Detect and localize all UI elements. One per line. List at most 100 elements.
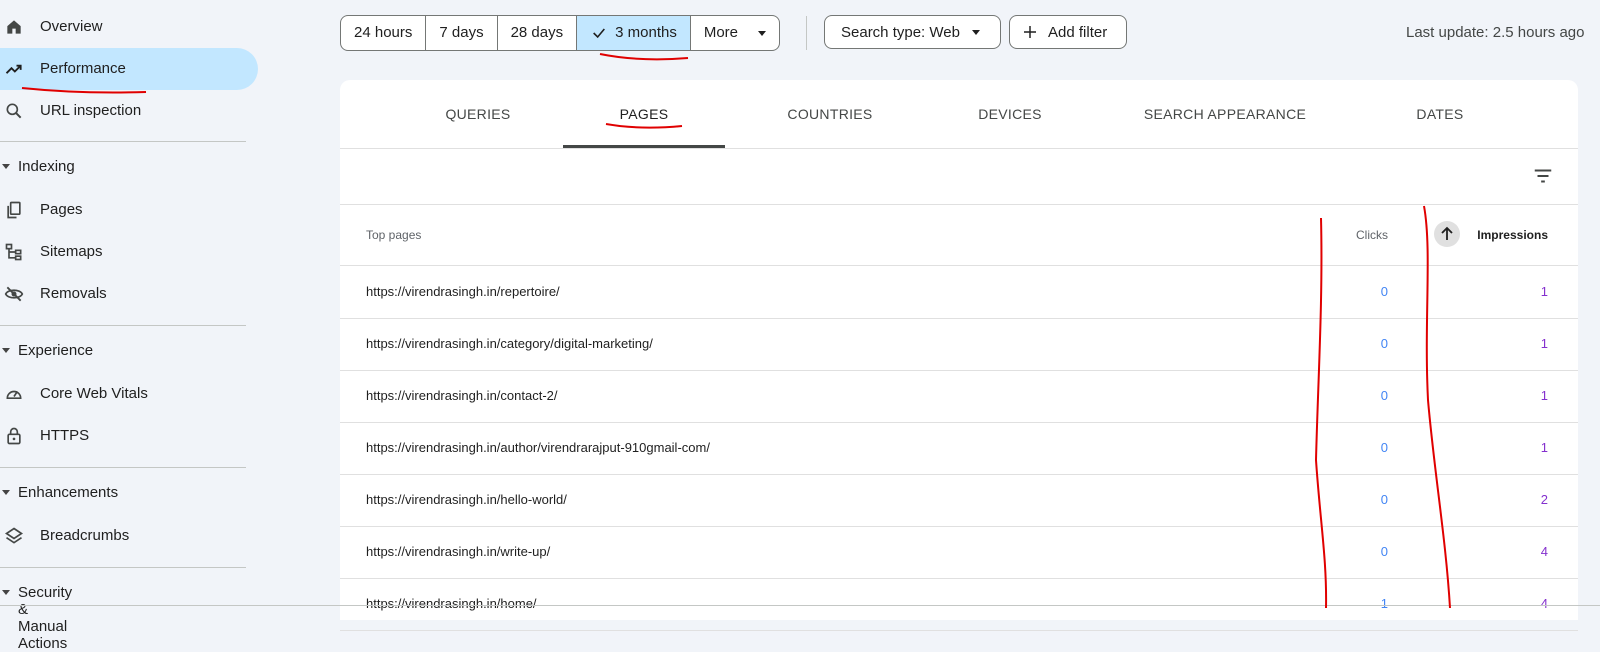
sidebar-divider xyxy=(0,467,246,468)
speed-gauge-icon xyxy=(6,390,22,399)
nav-overview[interactable]: Overview xyxy=(0,6,258,48)
sort-button[interactable] xyxy=(1434,221,1460,247)
nav-pages[interactable]: Pages xyxy=(0,189,258,231)
pages-icon xyxy=(7,201,21,219)
more-dropdown[interactable]: More xyxy=(691,16,779,50)
dimension-tabs: QUERIES PAGES COUNTRIES DEVICES SEARCH A… xyxy=(340,80,1578,149)
table-row[interactable]: https://virendrasingh.in/category/digita… xyxy=(340,318,1578,371)
range-7-days[interactable]: 7 days xyxy=(426,16,498,50)
row-url: https://virendrasingh.in/write-up/ xyxy=(366,544,551,559)
nav-breadcrumbs-label: Breadcrumbs xyxy=(40,527,130,544)
section-experience-label: Experience xyxy=(18,342,94,359)
check-icon xyxy=(593,28,606,39)
search-icon xyxy=(6,103,22,119)
trending-up-icon xyxy=(5,64,22,74)
nav-removals[interactable]: Removals xyxy=(0,273,258,315)
nav-performance[interactable]: Performance xyxy=(0,48,258,90)
date-range-selector: 24 hours 7 days 28 days 3 months More xyxy=(340,15,781,51)
range-3-months[interactable]: 3 months xyxy=(577,16,691,50)
row-url: https://virendrasingh.in/category/digita… xyxy=(366,336,653,351)
table-toolbar xyxy=(340,149,1578,205)
nav-performance-label: Performance xyxy=(40,60,126,77)
caret-down-icon xyxy=(971,29,980,35)
last-update-text: Last update: 2.5 hours ago xyxy=(1406,24,1585,41)
nav-url-inspection-label: URL inspection xyxy=(40,102,142,119)
row-clicks: 0 xyxy=(1380,440,1388,455)
search-type-dropdown[interactable]: Search type: Web xyxy=(824,15,1001,49)
add-filter-label: Add filter xyxy=(1048,23,1108,41)
nav-sitemaps[interactable]: Sitemaps xyxy=(0,231,258,273)
row-clicks: 0 xyxy=(1380,492,1388,507)
section-indexing-label: Indexing xyxy=(18,158,75,175)
sidebar: Overview Performance URL inspection Inde… xyxy=(0,0,260,652)
row-clicks: 1 xyxy=(1380,596,1388,611)
tab-countries[interactable]: COUNTRIES xyxy=(760,80,900,148)
nav-removals-label: Removals xyxy=(40,285,107,302)
viewport-bottom-edge xyxy=(0,605,1600,606)
tab-search-appearance[interactable]: SEARCH APPEARANCE xyxy=(1120,80,1330,148)
nav-https[interactable]: HTTPS xyxy=(0,415,258,457)
col-impressions[interactable]: Impressions xyxy=(1477,228,1548,242)
row-impressions: 1 xyxy=(1540,388,1548,403)
row-impressions: 1 xyxy=(1540,336,1548,351)
row-clicks: 0 xyxy=(1380,544,1388,559)
add-filter-button[interactable]: Add filter xyxy=(1009,15,1127,49)
row-impressions: 2 xyxy=(1540,492,1548,507)
table-row[interactable]: https://virendrasingh.in/contact-2/ 0 1 xyxy=(340,370,1578,423)
nav-core-web-vitals[interactable]: Core Web Vitals xyxy=(0,373,258,415)
row-impressions: 4 xyxy=(1540,544,1548,559)
tab-pages[interactable]: PAGES xyxy=(563,80,725,148)
nav-https-label: HTTPS xyxy=(40,427,90,444)
nav-url-inspection[interactable]: URL inspection xyxy=(0,90,258,132)
sitemap-icon xyxy=(5,243,22,261)
caret-down-icon xyxy=(758,30,767,36)
caret-down-icon xyxy=(2,164,10,169)
toolbar-separator xyxy=(806,16,807,50)
lock-icon xyxy=(7,427,21,445)
home-icon xyxy=(7,20,21,34)
table-row[interactable]: https://virendrasingh.in/repertoire/ 0 1 xyxy=(340,266,1578,319)
row-clicks: 0 xyxy=(1380,388,1388,403)
nav-core-web-vitals-label: Core Web Vitals xyxy=(40,385,148,402)
sidebar-divider xyxy=(0,141,246,142)
range-24-hours[interactable]: 24 hours xyxy=(341,16,427,50)
active-tab-indicator xyxy=(563,145,725,148)
table-row[interactable]: https://virendrasingh.in/author/virendra… xyxy=(340,422,1578,475)
more-label: More xyxy=(703,24,739,41)
visibility-off-icon xyxy=(4,286,24,302)
plus-icon xyxy=(1024,26,1036,38)
row-url: https://virendrasingh.in/author/virendra… xyxy=(366,440,710,455)
tab-devices[interactable]: DEVICES xyxy=(940,80,1080,148)
caret-down-icon xyxy=(2,590,10,595)
caret-down-icon xyxy=(2,490,10,495)
range-3-months-label: 3 months xyxy=(615,24,677,41)
col-top-pages: Top pages xyxy=(366,228,422,242)
row-url: https://virendrasingh.in/hello-world/ xyxy=(366,492,567,507)
report-card: QUERIES PAGES COUNTRIES DEVICES SEARCH A… xyxy=(340,80,1578,631)
section-security-label: Security & Manual Actions xyxy=(18,584,73,652)
caret-down-icon xyxy=(2,348,10,353)
row-url: https://virendrasingh.in/contact-2/ xyxy=(366,388,558,403)
search-type-label: Search type: Web xyxy=(841,23,960,41)
section-enhancements-label: Enhancements xyxy=(18,484,119,501)
layers-icon xyxy=(4,527,24,544)
table-row[interactable]: https://virendrasingh.in/write-up/ 0 4 xyxy=(340,526,1578,579)
row-impressions: 4 xyxy=(1540,596,1548,611)
range-28-days[interactable]: 28 days xyxy=(498,16,578,50)
nav-sitemaps-label: Sitemaps xyxy=(40,243,103,260)
row-url: https://virendrasingh.in/home/ xyxy=(366,596,537,611)
annotation-underline-3-months xyxy=(599,53,689,61)
table-header: Top pages Clicks Impressions xyxy=(340,205,1578,266)
table-row[interactable]: https://virendrasingh.in/hello-world/ 0 … xyxy=(340,474,1578,527)
sidebar-divider xyxy=(0,325,246,326)
row-impressions: 1 xyxy=(1540,440,1548,455)
sidebar-divider xyxy=(0,567,246,568)
nav-overview-label: Overview xyxy=(40,18,103,35)
arrow-up-icon xyxy=(1441,226,1453,240)
filter-rows-icon[interactable] xyxy=(1532,165,1554,187)
row-clicks: 0 xyxy=(1380,284,1388,299)
tab-dates[interactable]: DATES xyxy=(1380,80,1500,148)
col-clicks[interactable]: Clicks xyxy=(1356,228,1388,242)
nav-breadcrumbs[interactable]: Breadcrumbs xyxy=(0,515,258,557)
tab-queries[interactable]: QUERIES xyxy=(420,80,536,148)
